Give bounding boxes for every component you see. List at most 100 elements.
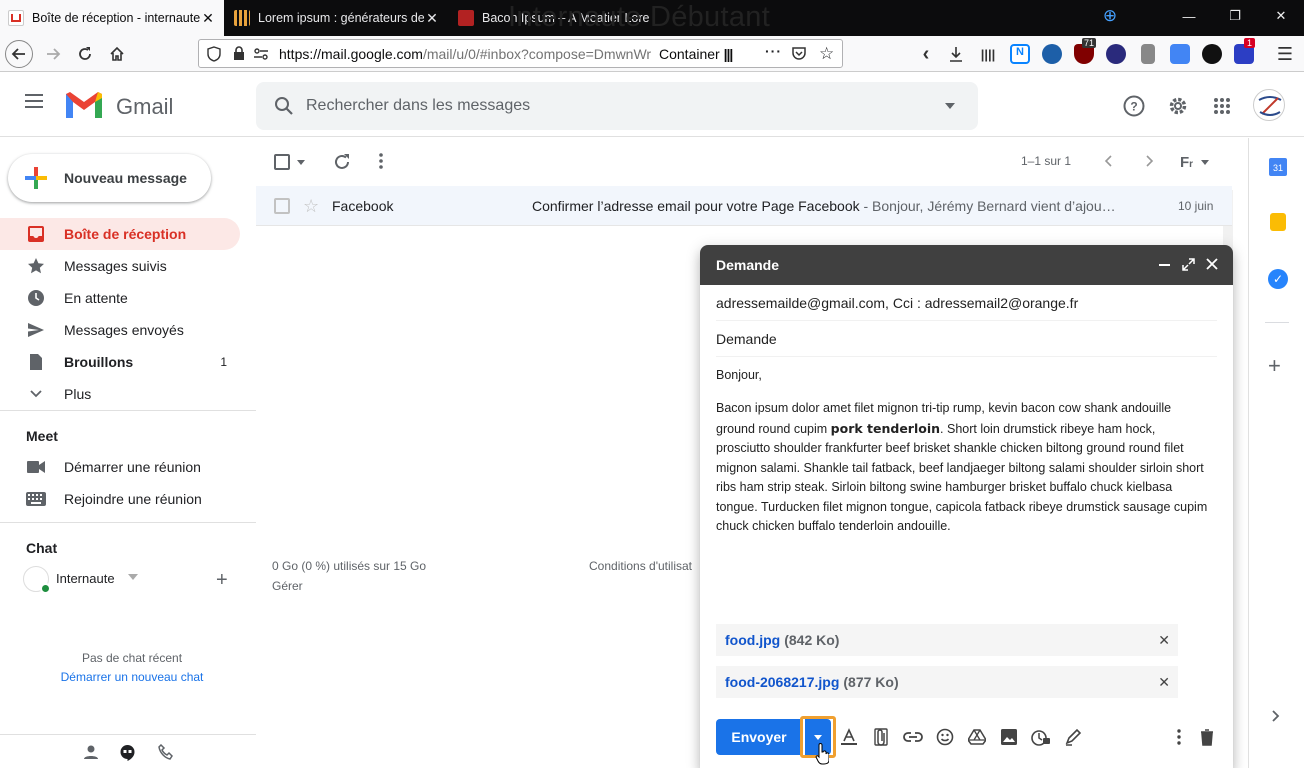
- main-menu-icon[interactable]: [24, 93, 44, 109]
- sidebar-item-drafts[interactable]: Brouillons 1: [0, 346, 240, 378]
- extension-gray-icon[interactable]: [1141, 44, 1155, 64]
- select-dropdown-icon[interactable]: [297, 160, 305, 165]
- sidebar-item-snoozed[interactable]: En attente: [0, 282, 240, 314]
- help-icon[interactable]: ?: [1123, 95, 1145, 117]
- terms-link[interactable]: Conditions d'utilisat: [589, 556, 692, 576]
- restore-icon[interactable]: ❐: [1212, 0, 1258, 32]
- tab-lorem[interactable]: Lorem ipsum : générateurs de f ✕: [226, 0, 448, 36]
- phone-icon[interactable]: [158, 744, 174, 760]
- search-input[interactable]: Rechercher dans les messages: [306, 97, 530, 115]
- older-page-icon[interactable]: [1146, 155, 1154, 167]
- minimize-compose-icon[interactable]: [1159, 264, 1170, 266]
- more-options-icon[interactable]: [379, 153, 383, 169]
- sidebar-item-more[interactable]: Plus: [0, 378, 240, 410]
- search-options-icon[interactable]: [944, 102, 956, 110]
- remove-attachment-icon[interactable]: ✕: [1158, 632, 1170, 649]
- drive-icon[interactable]: [966, 726, 988, 748]
- discard-draft-icon[interactable]: [1196, 726, 1218, 748]
- gmail-logo-icon[interactable]: [64, 90, 104, 120]
- minimize-icon[interactable]: —: [1166, 0, 1212, 32]
- sidebar-item-starred[interactable]: Messages suivis: [0, 250, 240, 282]
- chat-status-dropdown-icon[interactable]: [128, 574, 138, 580]
- apps-grid-icon[interactable]: [1213, 97, 1231, 115]
- lock-icon[interactable]: [233, 46, 245, 61]
- permissions-icon[interactable]: [253, 46, 269, 62]
- input-tools-icon[interactable]: Fr: [1180, 154, 1193, 171]
- search-bar[interactable]: Rechercher dans les messages: [256, 82, 978, 130]
- send-button[interactable]: Envoyer: [716, 719, 802, 755]
- message-body[interactable]: Bonjour, Bacon ipsum dolor amet filet mi…: [716, 366, 1211, 537]
- manage-storage-link[interactable]: Gérer: [272, 576, 426, 596]
- remove-attachment-icon[interactable]: ✕: [1158, 674, 1170, 691]
- tab-gmail[interactable]: Boîte de réception - internaute ✕: [0, 0, 224, 36]
- add-addon-icon[interactable]: +: [1268, 353, 1281, 379]
- formatting-icon[interactable]: [838, 726, 860, 748]
- attachment-chip[interactable]: food.jpg (842 Ko) ✕: [716, 624, 1178, 656]
- tab-close-icon[interactable]: ✕: [424, 10, 440, 27]
- row-checkbox[interactable]: [274, 198, 290, 214]
- insert-photo-icon[interactable]: [998, 726, 1020, 748]
- subject-field[interactable]: Demande: [716, 321, 1217, 357]
- input-tools-dropdown-icon[interactable]: [1201, 160, 1209, 165]
- settings-gear-icon[interactable]: [1167, 95, 1189, 117]
- page-actions-icon[interactable]: ···: [765, 43, 782, 59]
- tab-close-icon[interactable]: ✕: [200, 10, 216, 27]
- refresh-icon[interactable]: [333, 153, 351, 171]
- reload-icon[interactable]: [70, 39, 100, 69]
- overflow-left-icon[interactable]: ‹: [911, 39, 941, 69]
- contacts-person-icon[interactable]: [83, 744, 99, 760]
- attach-file-icon[interactable]: [870, 726, 892, 748]
- tasks-icon[interactable]: ✓: [1268, 269, 1288, 289]
- start-new-chat-link[interactable]: Démarrer un nouveau chat: [0, 670, 264, 684]
- pocket-icon[interactable]: [791, 45, 807, 61]
- meet-join-meeting[interactable]: Rejoindre une réunion: [0, 483, 240, 515]
- close-compose-icon[interactable]: [1206, 258, 1218, 270]
- meet-start-meeting[interactable]: Démarrer une réunion: [0, 451, 240, 483]
- emoji-icon[interactable]: [934, 726, 956, 748]
- add-chat-icon[interactable]: +: [216, 569, 228, 592]
- attachment-name[interactable]: food.jpg: [725, 632, 780, 648]
- extension-dark-icon[interactable]: [1202, 44, 1222, 64]
- chat-user-avatar[interactable]: [23, 566, 51, 594]
- browser-menu-icon[interactable]: ☰: [1270, 39, 1300, 69]
- attachment-name[interactable]: food-2068217.jpg: [725, 674, 839, 690]
- chat-user-name[interactable]: Internaute: [56, 571, 115, 586]
- new-container-icon[interactable]: ⊕: [1087, 0, 1133, 32]
- shield-icon[interactable]: [207, 46, 221, 62]
- keep-icon[interactable]: [1270, 213, 1286, 231]
- extension-blue-icon[interactable]: [1042, 44, 1062, 64]
- insert-link-icon[interactable]: [902, 726, 924, 748]
- newer-page-icon[interactable]: [1104, 155, 1112, 167]
- sidebar-item-inbox[interactable]: Boîte de réception: [0, 218, 240, 250]
- extension-mail-icon[interactable]: 1: [1234, 38, 1256, 64]
- sidebar-item-sent[interactable]: Messages envoyés: [0, 314, 240, 346]
- confidential-mode-icon[interactable]: [1030, 726, 1052, 748]
- hangouts-chat-icon[interactable]: [119, 744, 136, 761]
- compose-button[interactable]: Nouveau message: [8, 154, 211, 202]
- extension-n-icon[interactable]: N: [1010, 44, 1030, 64]
- row-star-icon[interactable]: ☆: [303, 196, 319, 217]
- bookmark-star-icon[interactable]: ☆: [819, 44, 834, 64]
- forward-icon[interactable]: [38, 39, 68, 69]
- library-icon[interactable]: ||||: [973, 39, 1003, 69]
- home-icon[interactable]: [102, 39, 132, 69]
- back-icon[interactable]: [5, 40, 33, 68]
- compose-header[interactable]: Demande: [700, 245, 1233, 285]
- ublock-icon[interactable]: 71: [1074, 38, 1097, 64]
- extension-doc-icon[interactable]: [1170, 44, 1190, 64]
- attachment-chip[interactable]: food-2068217.jpg (877 Ko) ✕: [716, 666, 1178, 698]
- address-bar[interactable]: https://mail.google.com/mail/u/0/#inbox?…: [198, 39, 843, 68]
- table-row[interactable]: ☆ Facebook Confirmer l’adresse email pou…: [256, 186, 1232, 226]
- calendar-icon[interactable]: 31: [1269, 158, 1287, 176]
- recipients-field[interactable]: adressemailde@gmail.com, Cci : adressema…: [716, 285, 1217, 321]
- account-avatar[interactable]: [1253, 89, 1285, 121]
- select-all-checkbox[interactable]: [274, 154, 290, 170]
- signature-pen-icon[interactable]: [1062, 726, 1084, 748]
- expand-panel-icon[interactable]: [1272, 710, 1280, 722]
- container-label[interactable]: Container |||: [659, 46, 733, 62]
- extension-lock-icon[interactable]: [1106, 44, 1126, 64]
- window-close-icon[interactable]: ✕: [1258, 0, 1304, 32]
- more-compose-options-icon[interactable]: [1168, 726, 1190, 748]
- download-icon[interactable]: [941, 39, 971, 69]
- fullscreen-compose-icon[interactable]: [1182, 258, 1195, 271]
